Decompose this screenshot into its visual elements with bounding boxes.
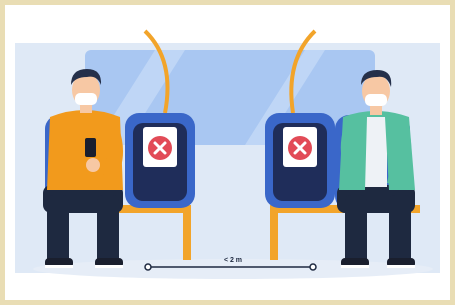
illustration-frame: < 2 m	[5, 5, 450, 300]
phone-icon	[85, 138, 96, 157]
x-sign-icon	[288, 136, 312, 160]
face-mask-icon	[365, 94, 387, 106]
right-seat-leg	[270, 205, 278, 260]
x-sign-icon	[148, 136, 172, 160]
distance-label: < 2 m	[223, 257, 243, 264]
empty-seat-right	[265, 113, 335, 208]
bus-interior-illustration	[15, 29, 440, 279]
face-mask-icon	[75, 93, 97, 105]
left-seat-leg	[183, 205, 191, 260]
empty-seat-left	[125, 113, 195, 208]
